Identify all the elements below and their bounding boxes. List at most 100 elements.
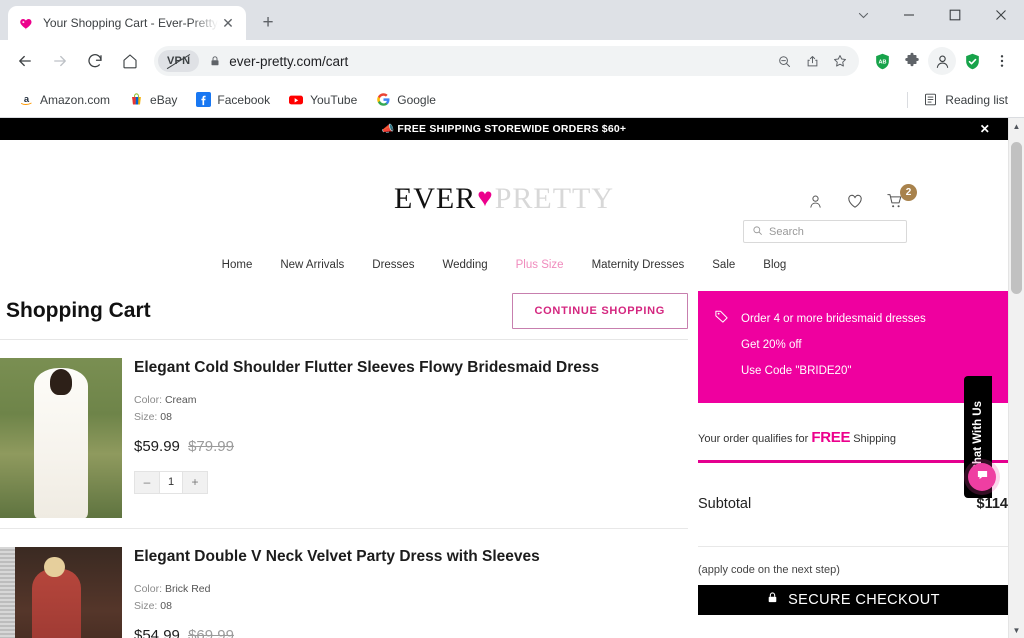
browser-tab[interactable]: Your Shopping Cart - Ever-Pretty ✕ (8, 6, 246, 40)
site-logo[interactable]: EVER ♥ PRETTY (394, 182, 614, 216)
tag-icon (714, 307, 729, 385)
new-tab-button[interactable]: + (254, 8, 282, 36)
quantity-decrease-button[interactable]: – (135, 471, 159, 493)
cart-header: Shopping Cart CONTINUE SHOPPING (0, 279, 688, 340)
search-input[interactable]: Search (743, 220, 907, 243)
secure-checkout-button[interactable]: SECURE CHECKOUT (698, 584, 1008, 615)
order-summary-column: Order 4 or more bridesmaid dresses Get 2… (688, 279, 1008, 638)
chat-bubble-icon (976, 468, 989, 486)
product-price-row: $59.99 $79.99 (134, 438, 688, 455)
reload-button[interactable] (78, 44, 112, 78)
ever-pretty-cart-page: 📣 FREE SHIPPING STOREWIDE ORDERS $60+ ✕ … (0, 118, 1008, 638)
chrome-menu-icon[interactable] (988, 47, 1016, 75)
announcement-text: FREE SHIPPING STOREWIDE ORDERS $60+ (397, 123, 627, 135)
bookmark-star-icon[interactable] (827, 53, 853, 69)
quantity-increase-button[interactable]: + (183, 471, 207, 493)
maximize-button[interactable] (932, 0, 978, 30)
quantity-value[interactable]: 1 (159, 471, 183, 493)
reading-list-icon (922, 92, 938, 108)
profile-avatar-icon[interactable] (928, 47, 956, 75)
address-bar[interactable]: VPN ever-pretty.com/cart (154, 46, 859, 76)
reading-list-button[interactable]: Reading list (916, 88, 1014, 112)
size-value: 08 (160, 411, 172, 424)
home-button[interactable] (113, 44, 147, 78)
site-header: EVER ♥ PRETTY 2 Search Home New Arrivals… (0, 140, 1008, 271)
browser-window: Your Shopping Cart - Ever-Pretty ✕ + eve… (0, 0, 1024, 638)
bookmarks-divider (907, 91, 909, 108)
bookmark-label: eBay (150, 92, 178, 107)
cart-count-badge: 2 (900, 184, 917, 201)
continue-shopping-button[interactable]: CONTINUE SHOPPING (511, 293, 688, 329)
product-thumbnail[interactable] (0, 358, 122, 518)
lock-icon (766, 591, 779, 608)
amazon-icon: a (18, 92, 34, 108)
chat-with-us-label: Chat With Us (972, 401, 984, 473)
logo-pretty-text: PRETTY (494, 182, 615, 215)
product-compare-price: $79.99 (188, 437, 234, 455)
product-price: $59.99 (134, 437, 180, 455)
product-variant-info: Color: Brick Red Size: 08 (134, 581, 688, 615)
window-controls (840, 0, 1024, 40)
zoom-out-icon[interactable] (771, 54, 797, 69)
main-nav: Home New Arrivals Dresses Wedding Plus S… (0, 252, 1008, 278)
nav-item-plus-size[interactable]: Plus Size (516, 259, 564, 271)
reading-list-label: Reading list (945, 92, 1008, 107)
product-size-row: Size: 08 (134, 598, 688, 615)
nav-item-dresses[interactable]: Dresses (372, 259, 414, 271)
nav-item-new-arrivals[interactable]: New Arrivals (280, 259, 344, 271)
scrollbar-down-arrow[interactable]: ▼ (1009, 622, 1024, 638)
vpn-indicator[interactable]: VPN (158, 50, 200, 72)
quantity-stepper[interactable]: – 1 + (134, 470, 208, 494)
product-price: $54.99 (134, 626, 180, 638)
bookmark-google[interactable]: Google (367, 88, 444, 112)
product-thumbnail[interactable] (0, 547, 122, 638)
scrollbar-up-arrow[interactable]: ▲ (1009, 118, 1024, 134)
share-icon[interactable] (799, 54, 825, 69)
url-text: ever-pretty.com/cart (229, 53, 349, 69)
shield-check-icon[interactable] (958, 47, 986, 75)
nav-item-maternity-dresses[interactable]: Maternity Dresses (592, 259, 685, 271)
cart-icon[interactable]: 2 (886, 184, 917, 210)
product-size-row: Size: 08 (134, 409, 688, 426)
nav-item-home[interactable]: Home (222, 259, 253, 271)
product-image-velvet-dress (0, 547, 122, 638)
product-variant-info: Color: Cream Size: 08 (134, 392, 688, 426)
bookmark-label: Google (397, 92, 436, 107)
tab-search-icon[interactable] (840, 0, 886, 30)
wishlist-heart-icon[interactable] (846, 192, 864, 210)
color-value: Cream (164, 394, 197, 407)
chat-bubble-button[interactable] (968, 463, 996, 491)
nav-item-wedding[interactable]: Wedding (442, 259, 487, 271)
close-window-button[interactable] (978, 0, 1024, 30)
page-title: Shopping Cart (6, 299, 151, 322)
page-scrollbar[interactable]: ▲ ▼ (1008, 118, 1024, 638)
bookmark-amazon[interactable]: a Amazon.com (10, 88, 118, 112)
cart-content: Shopping Cart CONTINUE SHOPPING Elegant … (0, 279, 1008, 638)
header-icon-group: 2 (807, 184, 917, 210)
tab-close-icon[interactable]: ✕ (218, 13, 238, 33)
bookmark-facebook[interactable]: Facebook (187, 88, 278, 112)
account-icon[interactable] (807, 193, 824, 210)
product-title[interactable]: Elegant Double V Neck Velvet Party Dress… (134, 547, 688, 566)
bookmark-youtube[interactable]: YouTube (280, 88, 365, 112)
announcement-close-icon[interactable]: ✕ (980, 123, 990, 135)
product-title[interactable]: Elegant Cold Shoulder Flutter Sleeves Fl… (134, 358, 688, 377)
back-button[interactable] (8, 44, 42, 78)
megaphone-icon: 📣 (381, 123, 395, 135)
cart-item: Elegant Double V Neck Velvet Party Dress… (0, 529, 688, 638)
nav-item-sale[interactable]: Sale (712, 259, 735, 271)
bookmark-ebay[interactable]: eBay (120, 88, 185, 112)
page-viewport: 📣 FREE SHIPPING STOREWIDE ORDERS $60+ ✕ … (0, 118, 1024, 638)
promo-line-3: Use Code "BRIDE20" (741, 364, 852, 377)
product-compare-price: $69.99 (188, 626, 234, 638)
forward-button[interactable] (43, 44, 77, 78)
cart-item-details: Elegant Double V Neck Velvet Party Dress… (122, 547, 688, 638)
scrollbar-thumb[interactable] (1011, 142, 1022, 294)
adblock-icon[interactable]: AB (868, 47, 896, 75)
nav-item-blog[interactable]: Blog (763, 259, 786, 271)
promo-line-2: Get 20% off (741, 338, 802, 351)
extensions-puzzle-icon[interactable] (898, 47, 926, 75)
minimize-button[interactable] (886, 0, 932, 30)
tab-title: Your Shopping Cart - Ever-Pretty (43, 16, 218, 30)
browser-toolbar: VPN ever-pretty.com/cart AB (0, 40, 1024, 82)
